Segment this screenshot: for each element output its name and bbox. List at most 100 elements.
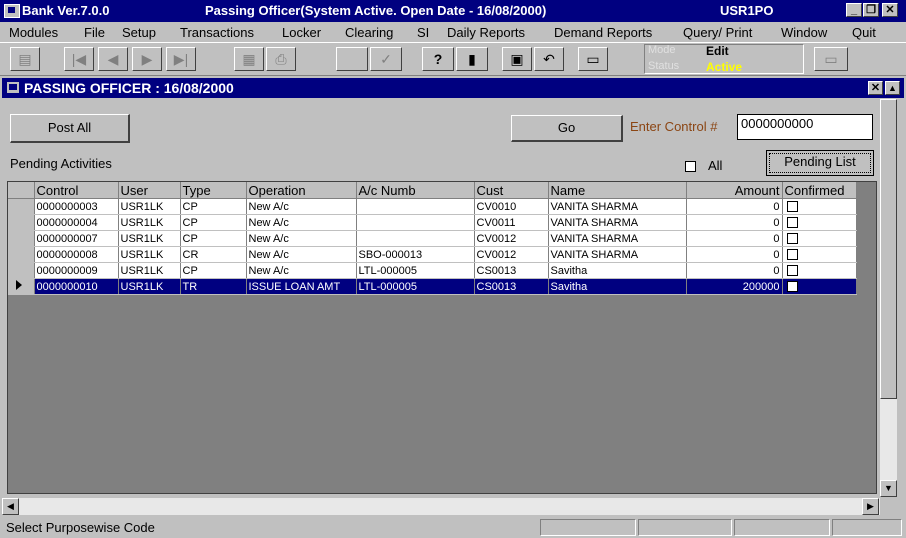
menu-file[interactable]: File — [84, 25, 105, 40]
cell-user[interactable]: USR1LK — [118, 262, 181, 279]
cell-type[interactable]: CP — [180, 230, 247, 247]
cell-operation[interactable]: New A/c — [246, 230, 357, 247]
cell-confirmed[interactable] — [782, 230, 857, 247]
undo-icon[interactable]: ↶ — [534, 47, 564, 71]
cell-name[interactable]: VANITA SHARMA — [548, 198, 687, 215]
confirmed-checkbox[interactable] — [786, 265, 798, 277]
confirm-icon[interactable]: ✓ — [370, 47, 402, 71]
menu-locker[interactable]: Locker — [282, 25, 321, 40]
cell-confirmed[interactable] — [782, 262, 857, 279]
cell-cust[interactable]: CS0013 — [474, 278, 549, 295]
table-row[interactable]: 0000000004 USR1LK CP New A/c CV0011 VANI… — [8, 214, 857, 231]
cell-user[interactable]: USR1LK — [118, 198, 181, 215]
column-header-user[interactable]: User — [118, 182, 181, 199]
cell-name[interactable]: VANITA SHARMA — [548, 214, 687, 231]
table-row-selected[interactable]: 0000000010 USR1LK TR ISSUE LOAN AMT LTL-… — [8, 278, 857, 295]
cell-ac-numb[interactable] — [356, 214, 475, 231]
scroll-left-icon[interactable]: ◀ — [2, 498, 19, 515]
close-button[interactable]: ✕ — [882, 3, 898, 17]
menu-transactions[interactable]: Transactions — [180, 25, 254, 40]
cell-cust[interactable]: CV0012 — [474, 230, 549, 247]
column-header-type[interactable]: Type — [180, 182, 247, 199]
cell-cust[interactable]: CS0013 — [474, 262, 549, 279]
column-header-cust[interactable]: Cust — [474, 182, 549, 199]
menu-clearing[interactable]: Clearing — [345, 25, 393, 40]
cell-operation[interactable]: ISSUE LOAN AMT — [246, 278, 357, 295]
last-record-icon[interactable]: ▶| — [166, 47, 196, 71]
menu-modules[interactable]: Modules — [9, 25, 58, 40]
cell-cust[interactable]: CV0010 — [474, 198, 549, 215]
cell-ac-numb[interactable]: LTL-000005 — [356, 278, 475, 295]
control-number-input[interactable] — [737, 114, 873, 140]
cell-user[interactable]: USR1LK — [118, 230, 181, 247]
cell-type[interactable]: CR — [180, 246, 247, 263]
cell-amount[interactable]: 0 — [686, 246, 783, 263]
cell-user[interactable]: USR1LK — [118, 214, 181, 231]
post-all-button[interactable]: Post All — [10, 114, 130, 143]
go-button[interactable]: Go — [511, 115, 623, 142]
cell-amount[interactable]: 0 — [686, 214, 783, 231]
restore-button[interactable]: ❐ — [863, 3, 879, 17]
scroll-right-icon[interactable]: ▶ — [862, 498, 879, 515]
table-row[interactable]: 0000000009 USR1LK CP New A/c LTL-000005 … — [8, 262, 857, 279]
cell-control[interactable]: 0000000003 — [34, 198, 119, 215]
cell-control[interactable]: 0000000009 — [34, 262, 119, 279]
cell-amount[interactable]: 0 — [686, 198, 783, 215]
cell-confirmed[interactable] — [782, 214, 857, 231]
cell-type[interactable]: CP — [180, 262, 247, 279]
document-icon[interactable]: ▮ — [456, 47, 488, 71]
column-header-amount[interactable]: Amount — [686, 182, 783, 199]
all-checkbox[interactable] — [685, 161, 696, 172]
column-header-ac-numb[interactable]: A/c Numb — [356, 182, 475, 199]
cell-operation[interactable]: New A/c — [246, 214, 357, 231]
cell-operation[interactable]: New A/c — [246, 198, 357, 215]
pending-activities-grid[interactable]: Control User Type Operation A/c Numb Cus… — [7, 181, 877, 494]
column-header-name[interactable]: Name — [548, 182, 687, 199]
cell-type[interactable]: CP — [180, 214, 247, 231]
edit-record-icon[interactable]: ▤ — [10, 47, 40, 71]
cell-confirmed[interactable] — [782, 198, 857, 215]
form-close-button[interactable]: ✕ — [868, 81, 883, 95]
cell-ac-numb[interactable]: LTL-000005 — [356, 262, 475, 279]
cell-operation[interactable]: New A/c — [246, 246, 357, 263]
print-icon[interactable]: ⎙ — [266, 47, 296, 71]
cell-control[interactable]: 0000000008 — [34, 246, 119, 263]
cell-type[interactable]: CP — [180, 198, 247, 215]
menu-demand-reports[interactable]: Demand Reports — [554, 25, 652, 40]
menu-window[interactable]: Window — [781, 25, 827, 40]
menu-si[interactable]: SI — [417, 25, 429, 40]
cell-amount[interactable]: 0 — [686, 230, 783, 247]
row-indicator[interactable] — [8, 278, 35, 295]
cell-user[interactable]: USR1LK — [118, 278, 181, 295]
cell-name[interactable]: VANITA SHARMA — [548, 246, 687, 263]
confirmed-checkbox[interactable] — [786, 217, 798, 229]
menu-daily-reports[interactable]: Daily Reports — [447, 25, 525, 40]
first-record-icon[interactable]: |◀ — [64, 47, 94, 71]
exit-icon[interactable]: ▭ — [814, 47, 848, 71]
row-indicator[interactable] — [8, 214, 35, 231]
bank-app-icon[interactable] — [4, 4, 20, 18]
row-indicator[interactable] — [8, 262, 35, 279]
cell-control[interactable]: 0000000010 — [34, 278, 119, 295]
menu-query-print[interactable]: Query/ Print — [683, 25, 752, 40]
row-indicator[interactable] — [8, 230, 35, 247]
cell-cust[interactable]: CV0011 — [474, 214, 549, 231]
row-indicator[interactable] — [8, 198, 35, 215]
cell-control[interactable]: 0000000007 — [34, 230, 119, 247]
cell-amount[interactable]: 0 — [686, 262, 783, 279]
column-header-confirmed[interactable]: Confirmed — [782, 182, 857, 199]
next-record-icon[interactable]: ▶ — [132, 47, 162, 71]
open-folder-icon[interactable]: ▭ — [578, 47, 608, 71]
horizontal-scrollbar[interactable]: ◀ ▶ — [2, 498, 880, 515]
cell-name[interactable]: VANITA SHARMA — [548, 230, 687, 247]
column-header-control[interactable]: Control — [34, 182, 119, 199]
vertical-scrollbar[interactable]: ▼ — [880, 99, 897, 497]
row-indicator[interactable] — [8, 246, 35, 263]
form-scroll-up-icon[interactable]: ▲ — [885, 81, 900, 95]
minimize-button[interactable]: _ — [846, 3, 862, 17]
help-icon[interactable]: ? — [422, 47, 454, 71]
confirmed-checkbox[interactable] — [786, 201, 798, 213]
table-row[interactable]: 0000000003 USR1LK CP New A/c CV0010 VANI… — [8, 198, 857, 215]
blank-button[interactable] — [336, 47, 368, 71]
cell-confirmed[interactable] — [782, 278, 857, 295]
